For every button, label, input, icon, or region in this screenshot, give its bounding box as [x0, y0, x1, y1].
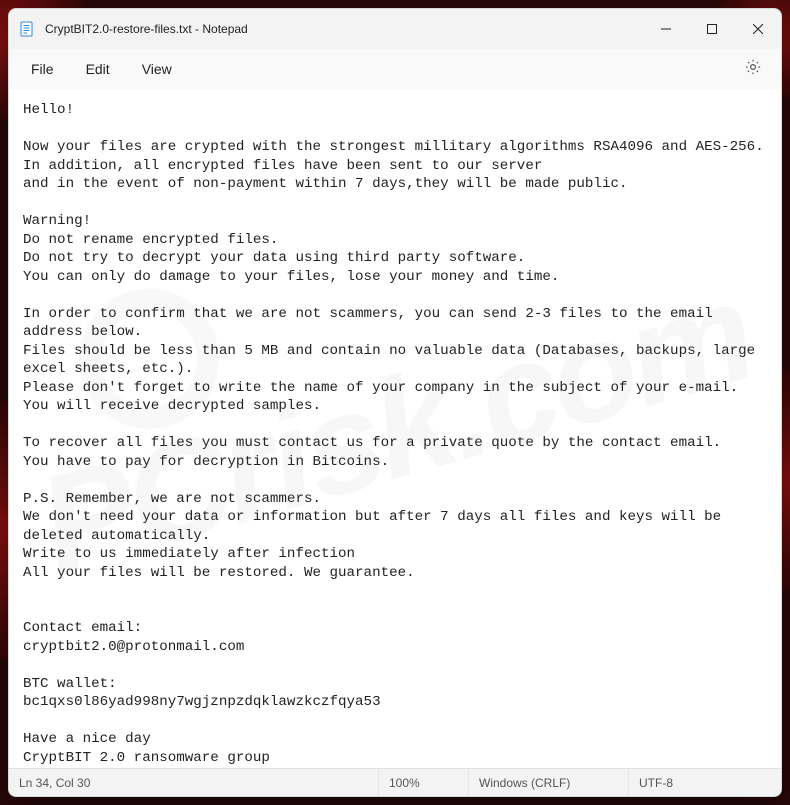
- settings-button[interactable]: [735, 53, 771, 85]
- document-content[interactable]: Hello! Now your files are crypted with t…: [23, 101, 767, 767]
- status-cursor-position: Ln 34, Col 30: [9, 769, 379, 796]
- menu-view[interactable]: View: [126, 55, 188, 83]
- menubar: File Edit View: [9, 49, 781, 89]
- status-encoding: UTF-8: [629, 769, 781, 796]
- notepad-icon: [19, 21, 35, 37]
- gear-icon: [744, 58, 762, 81]
- titlebar[interactable]: CryptBIT2.0-restore-files.txt - Notepad: [9, 9, 781, 49]
- minimize-button[interactable]: [643, 9, 689, 49]
- status-line-ending: Windows (CRLF): [469, 769, 629, 796]
- window-title: CryptBIT2.0-restore-files.txt - Notepad: [45, 22, 248, 36]
- menu-edit[interactable]: Edit: [70, 55, 126, 83]
- menu-file[interactable]: File: [15, 55, 70, 83]
- notepad-window: CryptBIT2.0-restore-files.txt - Notepad …: [8, 8, 782, 797]
- close-button[interactable]: [735, 9, 781, 49]
- status-zoom[interactable]: 100%: [379, 769, 469, 796]
- text-editor[interactable]: PCrisk.com Hello! Now your files are cry…: [9, 89, 781, 768]
- maximize-button[interactable]: [689, 9, 735, 49]
- statusbar: Ln 34, Col 30 100% Windows (CRLF) UTF-8: [9, 768, 781, 796]
